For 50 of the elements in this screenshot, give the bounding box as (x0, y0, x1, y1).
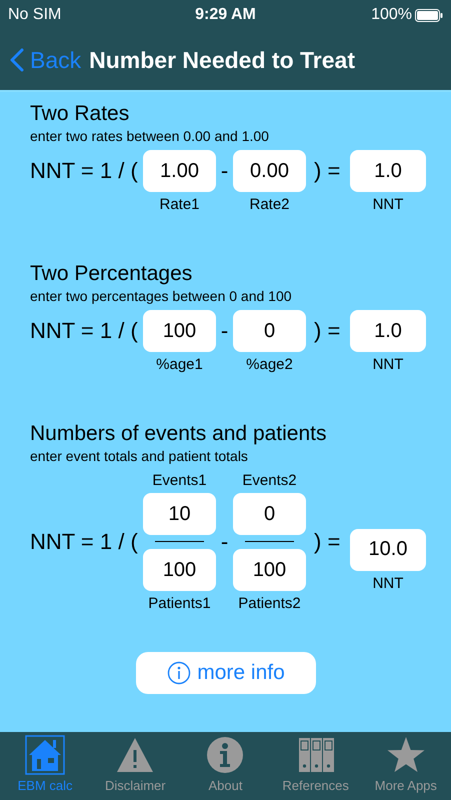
carrier-text: No SIM (8, 6, 62, 24)
equals-text: ) = (313, 158, 342, 184)
formula-text: NNT = 1 / ( (30, 318, 139, 344)
equals-text: ) = (313, 318, 342, 344)
field-label: NNT (372, 574, 404, 592)
house-icon (25, 735, 66, 775)
minus-sign: - (220, 318, 230, 344)
input-field[interactable]: 1.0 (350, 150, 426, 192)
field-label: NNT (372, 196, 404, 213)
section-hint: enter two percentages between 0 and 100 (30, 288, 293, 304)
minus-sign: - (220, 158, 230, 184)
field-label: Rate2 (248, 196, 291, 213)
input-field[interactable]: 0 (233, 310, 306, 352)
input-field[interactable]: 100 (233, 549, 306, 591)
screen-title: Number Needed to Treat (89, 46, 355, 74)
field-label: Patients2 (237, 595, 302, 612)
input-field[interactable]: 100 (143, 549, 216, 591)
input-field[interactable]: 0 (233, 493, 306, 535)
fraction-line (245, 541, 294, 542)
battery-text: 100% (371, 6, 412, 24)
field-label: NNT (372, 356, 404, 373)
section-hint: enter event totals and patient totals (30, 448, 249, 464)
chevron-left-icon (10, 48, 24, 72)
field-label: %age2 (245, 356, 294, 373)
section-title: Two Percentages (30, 262, 194, 286)
input-field[interactable]: 1.00 (143, 150, 216, 192)
section-hint: enter two rates between 0.00 and 1.00 (30, 128, 270, 144)
fraction-line (155, 541, 204, 542)
field-label: %age1 (155, 356, 204, 373)
field-label: Patients1 (147, 595, 212, 612)
battery-icon (415, 8, 443, 22)
section-title: Numbers of events and patients (30, 422, 328, 446)
input-field[interactable]: 10 (143, 493, 216, 535)
input-field[interactable]: 1.0 (350, 310, 426, 352)
input-field[interactable]: 0.00 (233, 150, 306, 192)
clock-text: 9:29 AM (194, 6, 257, 24)
section-title: Two Rates (30, 102, 130, 126)
formula-text: NNT = 1 / ( (30, 529, 139, 555)
field-label: Events1 (151, 472, 208, 489)
star-icon (386, 735, 426, 775)
equals-text: ) = (313, 529, 342, 555)
field-label: Events2 (241, 472, 298, 489)
more-info-button[interactable]: more info (136, 652, 316, 694)
info-icon (205, 735, 246, 775)
input-field[interactable]: 100 (143, 310, 216, 352)
formula-text: NNT = 1 / ( (30, 158, 139, 184)
field-label: Rate1 (158, 196, 201, 213)
info-icon (167, 661, 192, 685)
input-field[interactable]: 10.0 (350, 528, 426, 570)
minus-sign: - (220, 529, 230, 555)
